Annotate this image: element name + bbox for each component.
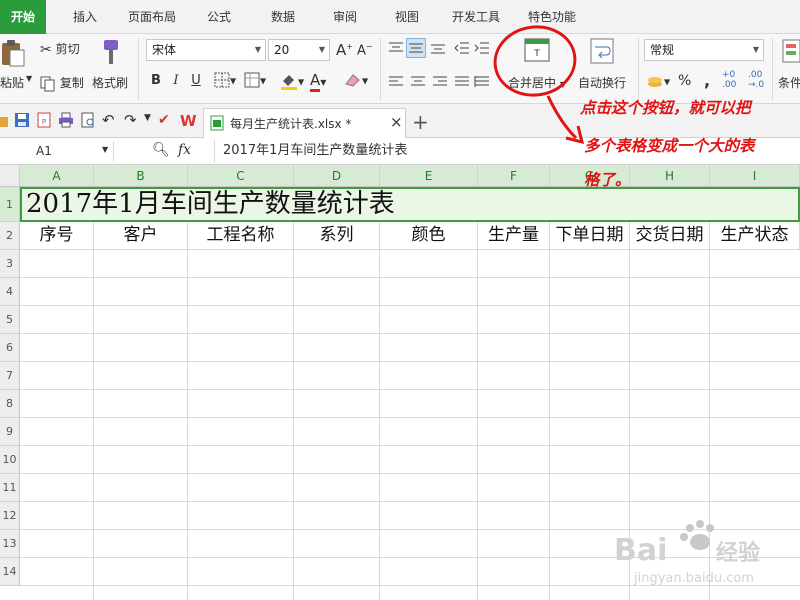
svg-text:jingyan.baidu.com: jingyan.baidu.com: [633, 571, 754, 586]
highlight-circle: [493, 25, 577, 97]
annotation-line-3: 格了。: [584, 170, 631, 189]
svg-text:经验: 经验: [716, 540, 760, 566]
watermark-logo: Bai 经验 jingyan.baidu.com: [612, 520, 792, 590]
pointer-arrow: [546, 95, 578, 140]
svg-text:Bai: Bai: [614, 533, 667, 568]
annotation-line-1: 点击这个按钮，就可以把: [580, 98, 751, 117]
annotation-overlay: [493, 25, 585, 145]
annotation-line-2: 多个表格变成一个大的表: [584, 136, 755, 155]
